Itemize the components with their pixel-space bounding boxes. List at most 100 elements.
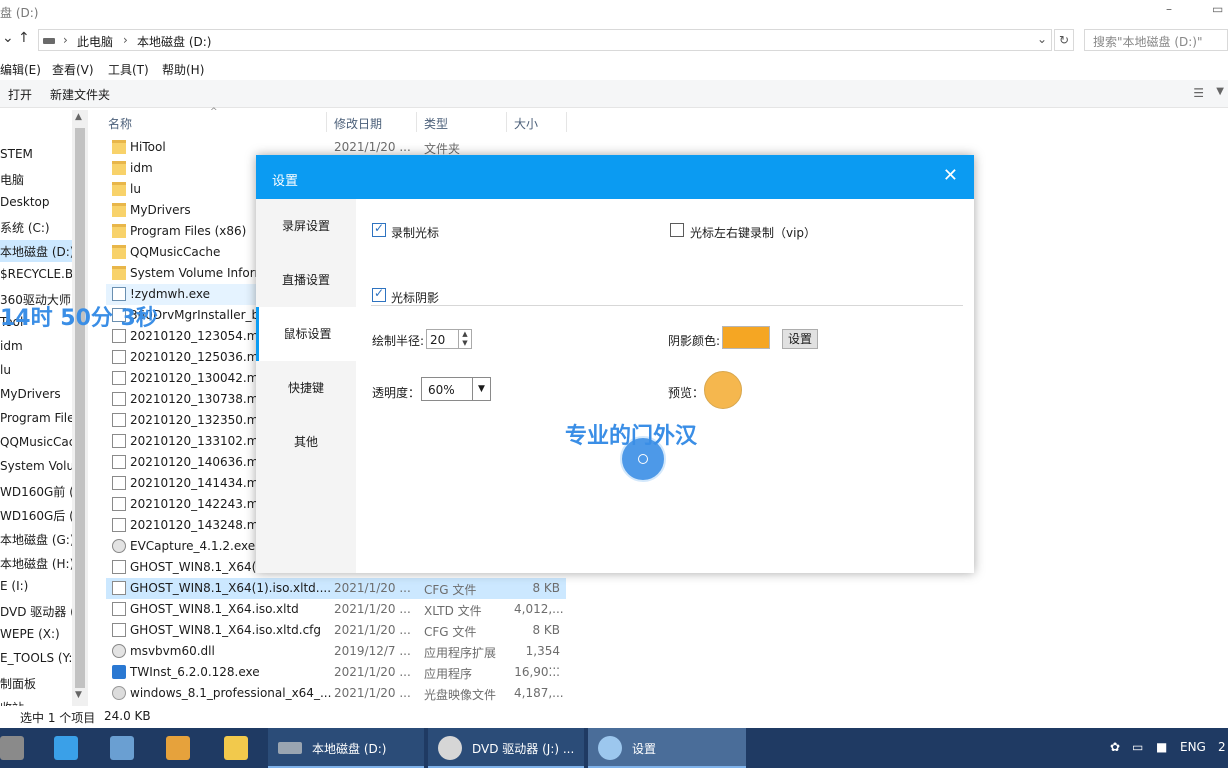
file-row[interactable]: msvbvm60.dll 2019/12/7 ... 应用程序扩展 1,354 ... [106, 641, 566, 672]
file-name: !zydmwh.exe [130, 287, 211, 301]
refresh-icon[interactable]: ↻ [1054, 29, 1074, 51]
open-button[interactable]: 打开 [8, 86, 32, 103]
chevron-down-icon[interactable]: ▼ [472, 378, 490, 400]
menu-tools[interactable]: 工具(T) [108, 61, 149, 78]
app-tray-icon[interactable]: ✿ [1110, 740, 1120, 754]
clock[interactable]: 2 [1218, 740, 1226, 754]
breadcrumb-this-pc[interactable]: 此电脑 [77, 33, 113, 50]
nav-item[interactable]: 制面板 [0, 672, 72, 694]
menu-view[interactable]: 查看(V) [52, 61, 94, 78]
nav-item[interactable]: 收站 [0, 696, 72, 706]
file-date: 2021/1/20 ... [334, 665, 411, 679]
file-row[interactable]: TWInst_6.2.0.128.exe 2021/1/20 ... 应用程序 16,… [106, 662, 566, 683]
scroll-thumb[interactable] [75, 128, 85, 688]
up-arrow-icon[interactable]: ↑ [18, 30, 30, 46]
tab-record-settings[interactable]: 录屏设置 [256, 199, 356, 253]
file-row[interactable]: windows_8.1_professional_x64_... 2021/1/2… [106, 683, 566, 704]
folder-icon[interactable] [216, 732, 256, 764]
file-size: 8 KB [532, 623, 560, 637]
spin-arrows-icon[interactable]: ▲ ▼ [458, 330, 471, 348]
nav-item[interactable]: Desktop [0, 192, 72, 214]
taskbar-task-settings[interactable]: 设置 [588, 728, 746, 768]
nav-item[interactable]: 电脑 [0, 168, 72, 190]
nav-item[interactable]: idm [0, 336, 72, 358]
new-folder-button[interactable]: 新建文件夹 [50, 86, 110, 103]
nav-item[interactable]: WD160G后 (F [0, 504, 72, 526]
file-row[interactable]: GHOST_WIN8.1_X64(1).iso.xltd.... 2021/1/2… [106, 578, 566, 599]
opacity-select[interactable]: 60% ▼ [421, 377, 491, 401]
column-name[interactable]: 名称 [108, 115, 132, 132]
chevron-down-icon[interactable]: ▼ [1216, 86, 1224, 97]
nav-item[interactable]: E_TOOLS (Y: [0, 648, 72, 670]
column-size[interactable]: 大小 [514, 115, 538, 132]
tab-mouse-settings[interactable]: 鼠标设置 [256, 307, 356, 361]
column-date[interactable]: 修改日期 [334, 115, 382, 132]
set-color-button[interactable]: 设置 [782, 329, 818, 349]
radius-stepper[interactable]: 20 ▲ ▼ [426, 329, 472, 349]
nav-item[interactable]: 本地磁盘 (G:) [0, 528, 72, 550]
nav-item[interactable]: Program File [0, 408, 72, 430]
nav-item[interactable]: WD160G前 (E [0, 480, 72, 502]
file-name: GHOST_WIN8.1_X64(1 [130, 560, 264, 574]
nav-item[interactable]: 本地磁盘 (H:) [0, 552, 72, 574]
record-cursor-checkbox[interactable] [372, 221, 386, 237]
address-bar[interactable]: › 此电脑 › 本地磁盘 (D:) ⌄ [38, 29, 1052, 51]
status-size: 24.0 KB [104, 709, 151, 723]
taskbar-task-dvd[interactable]: DVD 驱动器 (J:) ... [428, 728, 584, 768]
taskbar-task-drive-d[interactable]: 本地磁盘 (D:) [268, 728, 424, 768]
scroll-up-icon[interactable]: ▲ [75, 112, 82, 122]
column-type[interactable]: 类型 [424, 115, 448, 132]
file-date: 2021/1/20 ... [334, 686, 411, 700]
file-row[interactable]: GHOST_WIN8.1_X64.iso.xltd.cfg 2021/1/20 .… [106, 620, 566, 641]
harddisk-icon[interactable] [0, 732, 40, 764]
file-name: 20210120_141434.mp [130, 476, 267, 490]
nav-item[interactable]: 本地磁盘 (D:) [0, 240, 72, 262]
recording-timer: 14时 50分 3秒 [0, 306, 158, 331]
shadow-color-swatch[interactable] [722, 326, 770, 349]
breadcrumb-drive-d[interactable]: 本地磁盘 (D:) [137, 33, 211, 50]
disc-icon [112, 686, 126, 700]
details-view-icon[interactable]: ☰ [1193, 86, 1204, 100]
record-click-checkbox[interactable] [670, 223, 684, 237]
nav-item[interactable]: lu [0, 360, 72, 382]
minimize-icon[interactable]: – [1166, 2, 1172, 16]
chevron-down-icon[interactable]: ⌄ [1037, 32, 1047, 46]
nav-item[interactable]: WEPE (X:) [0, 624, 72, 646]
menu-edit[interactable]: 编辑(E) [0, 61, 41, 78]
tab-live-settings[interactable]: 直播设置 [256, 253, 356, 307]
search-input[interactable]: 搜索"本地磁盘 (D:)" [1084, 29, 1228, 51]
cursor-shadow-checkbox[interactable] [372, 286, 386, 302]
nav-item[interactable]: QQMusicCac [0, 432, 72, 454]
file-icon [112, 413, 126, 427]
file-name: MyDrivers [130, 203, 191, 217]
chevron-down-icon[interactable]: ⌄ [2, 30, 14, 46]
scroll-down-icon[interactable]: ▼ [75, 690, 82, 700]
nav-item[interactable]: E (I:) [0, 576, 72, 598]
file-size: 4,187,... [514, 686, 564, 700]
folder-icon [112, 203, 126, 217]
nav-item[interactable]: DVD 驱动器 (J [0, 600, 72, 622]
search-tool-icon[interactable] [158, 732, 198, 764]
color-tray-icon[interactable]: ■ [1156, 740, 1167, 754]
chevron-right-icon: › [123, 33, 128, 47]
cursor-shadow-label: 光标阴影 [391, 291, 440, 305]
close-icon[interactable]: ✕ [943, 165, 958, 186]
language-indicator[interactable]: ENG [1180, 740, 1206, 754]
file-row[interactable]: GHOST_WIN8.1_X64.iso.xltd 2021/1/20 ... XL… [106, 599, 566, 620]
file-name: idm [130, 161, 153, 175]
restore-icon[interactable]: ▭ [1212, 2, 1223, 16]
tab-hotkeys[interactable]: 快捷键 [256, 361, 356, 415]
nav-item[interactable]: STEM [0, 144, 72, 166]
computer-icon[interactable] [46, 732, 86, 764]
watermark-text: 专业的门外汉 [565, 424, 698, 449]
menu-help[interactable]: 帮助(H) [162, 61, 204, 78]
nav-scrollbar[interactable]: ▲ ▼ [72, 110, 88, 706]
nav-item[interactable]: 系统 (C:) [0, 216, 72, 238]
network-icon[interactable] [102, 732, 142, 764]
nav-item[interactable]: MyDrivers [0, 384, 72, 406]
network-tray-icon[interactable]: ▭ [1132, 740, 1143, 754]
nav-item[interactable]: $RECYCLE.BI [0, 264, 72, 286]
tab-other[interactable]: 其他 [256, 415, 356, 469]
file-icon [112, 350, 126, 364]
nav-item[interactable]: System Volu [0, 456, 72, 478]
